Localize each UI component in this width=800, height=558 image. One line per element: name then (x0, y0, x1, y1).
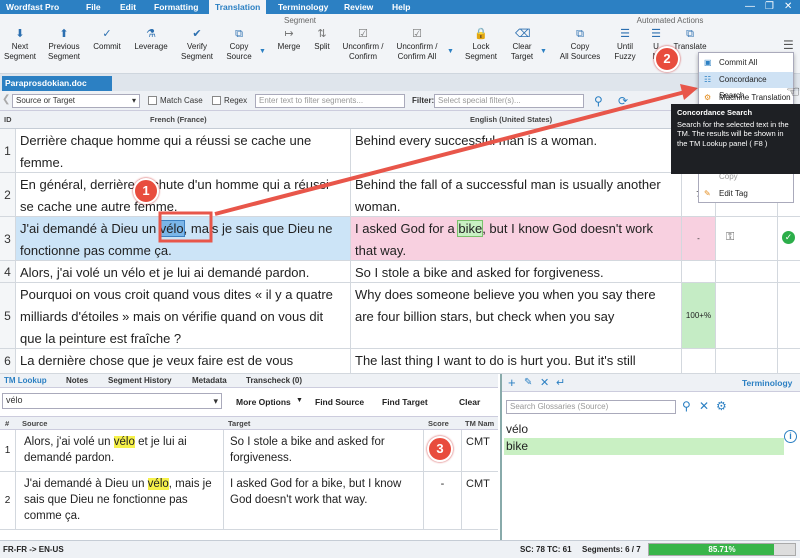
step-badge-2: 2 (654, 46, 680, 72)
concordance-tooltip: Concordance Search Search for the select… (671, 104, 800, 174)
translate-dropdown-menu: ▣ Commit All ☷ Concordance Search ⚙ Machine… (698, 52, 794, 108)
annotation-arrow (158, 84, 698, 243)
machine-translation-icon: ⚙ (704, 93, 712, 102)
step-badge-1: 1 (133, 178, 159, 204)
commit-all-item[interactable]: ▣ Commit All (699, 55, 793, 70)
edit-tag-icon: ✎ (704, 189, 711, 198)
concordance-search-item[interactable]: ☷ Concordance Search (699, 72, 793, 100)
tooltip-title: Concordance Search (677, 108, 753, 117)
machine-translation-item[interactable]: ⚙ Machine Translation (699, 90, 793, 105)
concordance-icon: ☷ (704, 75, 712, 84)
commit-all-icon: ▣ (704, 58, 712, 67)
cursor-icon: ☜ (786, 84, 800, 101)
tooltip-body: Search for the selected text in the TM. … (677, 119, 789, 148)
step-badge-3: 3 (427, 436, 453, 462)
edit-tag-item[interactable]: ✎ Edit Tag (699, 186, 793, 201)
